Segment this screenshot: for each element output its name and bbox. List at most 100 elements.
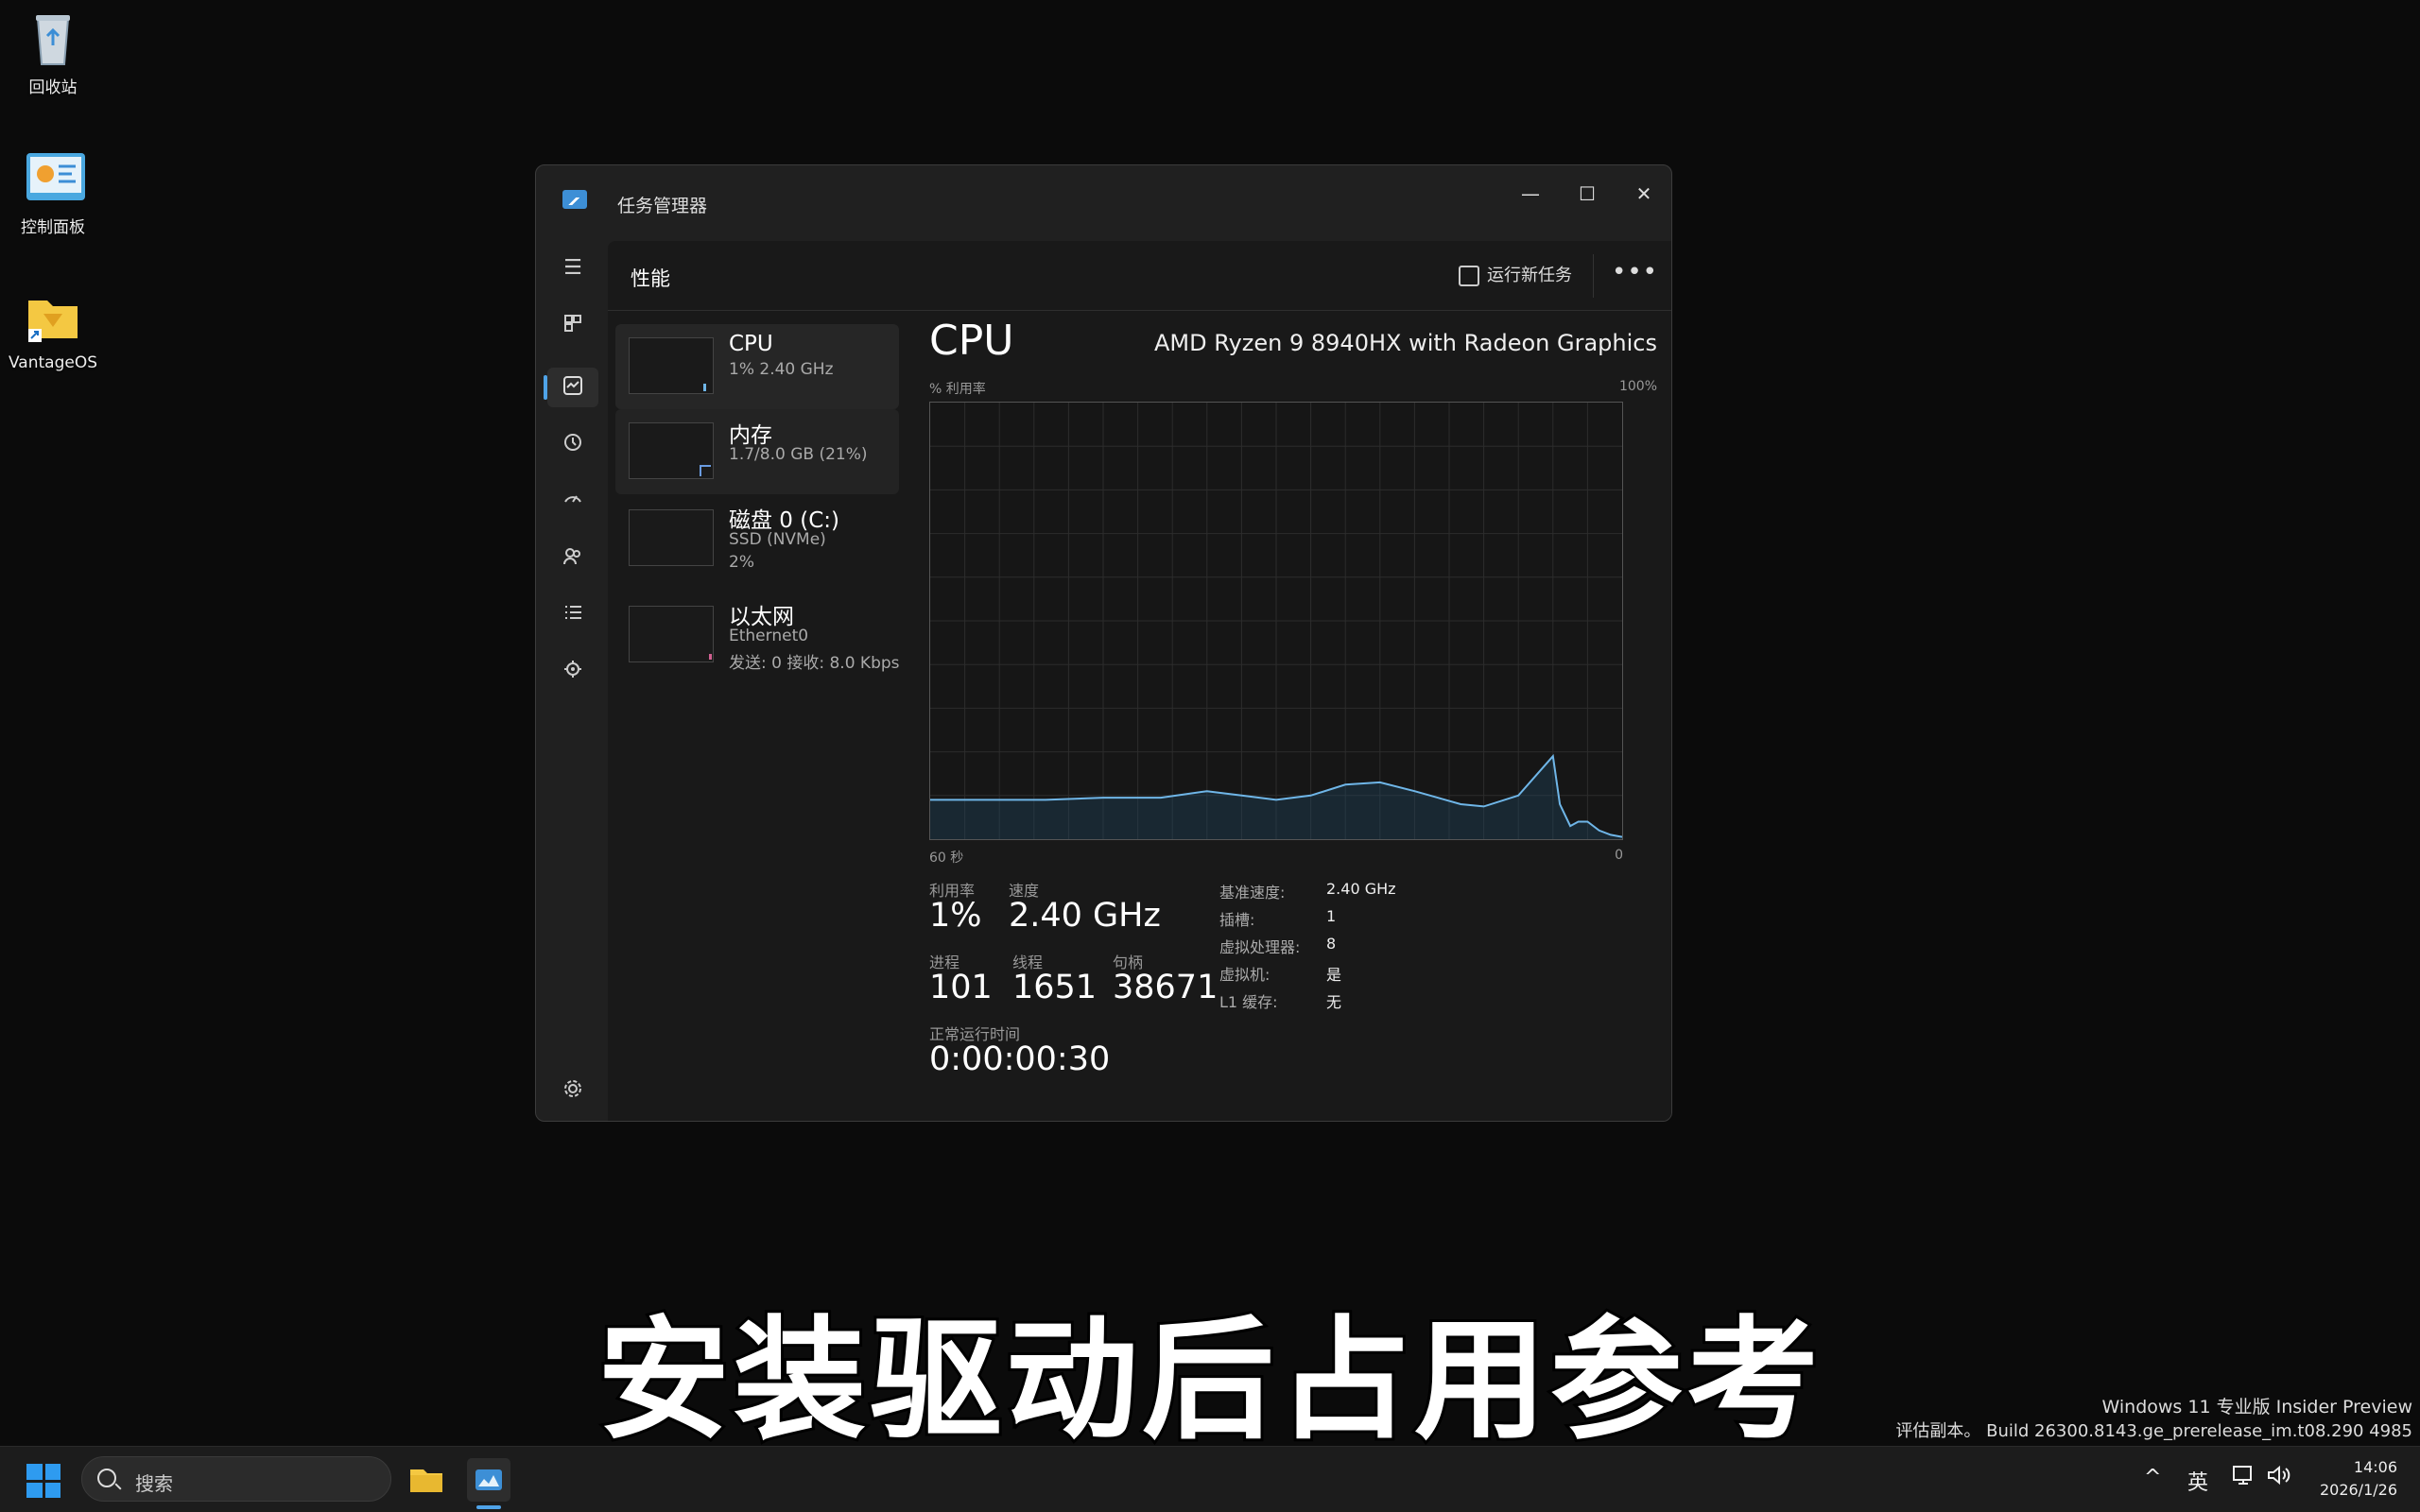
- graph-label-utilization: % 利用率: [929, 382, 986, 397]
- spec-key: 插槽:: [1219, 911, 1255, 929]
- resource-item-cpu[interactable]: CPU 1% 2.40 GHz: [615, 324, 899, 409]
- disk-thumbnail-graph: [629, 509, 714, 566]
- desktop-icon-control-panel[interactable]: 控制面板: [0, 147, 106, 237]
- run-task-icon: [1459, 266, 1479, 286]
- nav-active-indicator: [544, 375, 547, 400]
- task-manager-app-icon: [562, 190, 587, 209]
- spec-key: 虚拟处理器:: [1219, 938, 1301, 956]
- clock-date: 2026/1/26: [2319, 1481, 2397, 1499]
- file-explorer-button[interactable]: [405, 1458, 448, 1502]
- search-placeholder: 搜索: [135, 1472, 173, 1495]
- ethernet-thumbnail-graph: [629, 606, 714, 662]
- processes-icon[interactable]: [561, 313, 585, 337]
- main-content: 性能 运行新任务 ••• CPU 1% 2.40 GHz 内存 1.7/8.0 …: [608, 241, 1671, 1121]
- app-history-icon[interactable]: [561, 432, 585, 456]
- users-icon[interactable]: [561, 545, 585, 570]
- settings-gear-icon[interactable]: [561, 1078, 585, 1103]
- cpu-thumbnail-graph: [629, 337, 714, 394]
- page-title: 性能: [631, 267, 670, 290]
- spec-key: 基准速度:: [1219, 884, 1286, 902]
- system-clock[interactable]: 14:06 2026/1/26: [2320, 1456, 2397, 1502]
- windows-logo-tile: [26, 1482, 43, 1498]
- resource-name: 内存: [729, 423, 772, 448]
- spec-value: 无: [1326, 993, 1342, 1011]
- start-button[interactable]: [26, 1464, 60, 1498]
- detail-title: CPU: [929, 317, 1014, 365]
- resource-item-ethernet[interactable]: 以太网 Ethernet0 发送: 0 接收: 8.0 Kbps: [615, 591, 900, 676]
- graph-label-max: 100%: [1618, 379, 1657, 394]
- input-language-indicator[interactable]: 英: [2187, 1466, 2208, 1496]
- desktop-icon-label: 控制面板: [21, 218, 85, 237]
- resource-sub-2: 发送: 0 接收: 8.0 Kbps: [729, 654, 900, 673]
- windows-logo-tile: [26, 1464, 43, 1480]
- spec-value: 8: [1326, 935, 1337, 953]
- uptime-value: 0:00:00:30: [929, 1040, 1111, 1078]
- active-app-indicator: [476, 1505, 501, 1509]
- recycle-bin-icon: [23, 8, 83, 68]
- details-icon[interactable]: [561, 602, 585, 627]
- resource-name: 磁盘 0 (C:): [729, 508, 840, 533]
- cpu-graph-svg: [930, 403, 1623, 839]
- taskbar-search[interactable]: 搜索: [81, 1456, 391, 1502]
- graph-label-time-span: 60 秒: [929, 850, 964, 866]
- resource-sub: 1.7/8.0 GB (21%): [729, 445, 868, 464]
- performance-icon[interactable]: [561, 375, 585, 400]
- run-task-label: 运行新任务: [1487, 266, 1572, 285]
- spec-value: 是: [1326, 966, 1342, 984]
- clock-time: 14:06: [2353, 1458, 2397, 1476]
- startup-apps-icon[interactable]: [561, 489, 585, 513]
- resource-sub: Ethernet0: [729, 627, 809, 645]
- show-hidden-icons-chevron-icon[interactable]: ^: [2144, 1466, 2161, 1489]
- resource-sub: SSD (NVMe): [729, 530, 826, 549]
- minimize-button[interactable]: —: [1502, 175, 1559, 213]
- desktop-icon-label: VantageOS: [8, 353, 97, 372]
- side-navigation: ☰: [536, 241, 608, 1121]
- cpu-model-name: AMD Ryzen 9 8940HX with Radeon Graphics: [1153, 330, 1657, 356]
- resource-name: 以太网: [729, 605, 794, 629]
- task-manager-icon: [475, 1469, 502, 1490]
- spec-key: 虚拟机:: [1219, 966, 1270, 984]
- spec-value: 1: [1326, 907, 1337, 925]
- resource-name: CPU: [729, 332, 773, 356]
- resource-item-disk[interactable]: 磁盘 0 (C:) SSD (NVMe) 2%: [615, 494, 899, 579]
- folder-shortcut-icon: [23, 287, 83, 348]
- control-panel-icon: [23, 147, 85, 208]
- task-manager-window: 任务管理器 — ☐ ✕ ☰ 性能 运行新任务 ••• CPU 1% 2.40 G…: [535, 164, 1672, 1122]
- network-icon[interactable]: [2231, 1462, 2257, 1494]
- speed-value: 2.40 GHz: [1009, 897, 1161, 935]
- services-icon[interactable]: [561, 659, 585, 683]
- maximize-button[interactable]: ☐: [1559, 175, 1616, 213]
- folder-icon: [410, 1469, 442, 1492]
- volume-icon[interactable]: [2265, 1462, 2291, 1494]
- close-button[interactable]: ✕: [1616, 175, 1671, 213]
- handles-value: 38671: [1113, 969, 1219, 1006]
- hamburger-menu-icon[interactable]: ☰: [561, 256, 585, 281]
- memory-thumbnail-graph: [629, 422, 714, 479]
- content-header: 性能 运行新任务 •••: [608, 241, 1671, 311]
- cpu-utilization-graph: [929, 402, 1623, 840]
- windows-watermark-line1: Windows 11 专业版 Insider Preview: [2101, 1397, 2413, 1418]
- windows-watermark-line2: 评估副本。 Build 26300.8143.ge_prerelease_im.…: [1895, 1421, 2412, 1441]
- windows-logo-tile: [44, 1464, 60, 1480]
- search-icon: [97, 1469, 116, 1487]
- resource-sub: 1% 2.40 GHz: [729, 360, 834, 379]
- spec-key: L1 缓存:: [1219, 993, 1278, 1011]
- cpu-detail-panel: CPU AMD Ryzen 9 8940HX with Radeon Graph…: [929, 317, 1657, 1110]
- run-new-task-button[interactable]: 运行新任务: [1459, 262, 1572, 290]
- threads-value: 1651: [1012, 969, 1098, 1006]
- windows-logo-tile: [44, 1482, 60, 1498]
- spec-value: 2.40 GHz: [1326, 880, 1396, 898]
- window-title: 任务管理器: [617, 196, 708, 216]
- resource-sub-2: 2%: [729, 553, 754, 572]
- task-manager-taskbar-button[interactable]: [467, 1458, 510, 1502]
- resource-item-memory[interactable]: 内存 1.7/8.0 GB (21%): [615, 409, 899, 494]
- more-options-button[interactable]: •••: [1612, 258, 1658, 286]
- processes-value: 101: [929, 969, 993, 1006]
- desktop-icon-label: 回收站: [28, 78, 78, 97]
- desktop-icon-vantageos[interactable]: VantageOS: [0, 287, 106, 372]
- title-bar[interactable]: 任务管理器 — ☐ ✕: [536, 165, 1671, 241]
- graph-label-min: 0: [1615, 848, 1623, 863]
- desktop-icon-recycle-bin[interactable]: 回收站: [0, 8, 106, 97]
- utilization-value: 1%: [929, 897, 982, 935]
- header-divider: [1593, 254, 1594, 298]
